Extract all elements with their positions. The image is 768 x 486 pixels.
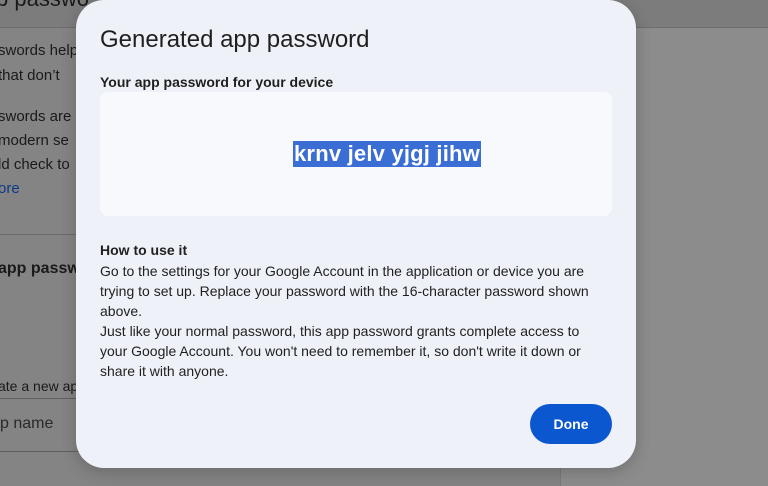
background-text-line: modern se — [0, 132, 69, 149]
howto-paragraph: Go to the settings for your Google Accou… — [100, 263, 589, 319]
howto-heading: How to use it — [100, 242, 188, 258]
password-label: Your app password for your device — [100, 74, 334, 90]
background-create-text: ate a new ap — [0, 378, 79, 394]
done-button[interactable]: Done — [530, 404, 612, 444]
background-text-line: ld check to — [0, 156, 70, 173]
howto-instructions: Go to the settings for your Google Accou… — [100, 261, 610, 381]
generated-password-dialog: Generated app password Your app password… — [76, 0, 636, 468]
background-text-line: that don’t — [0, 67, 60, 84]
howto-paragraph: Just like your normal password, this app… — [100, 323, 581, 379]
background-page-title: p passwo — [0, 0, 89, 12]
dialog-title: Generated app password — [100, 26, 370, 53]
background-app-name-placeholder: p name — [0, 415, 54, 432]
background-text-line: swords are — [0, 108, 72, 125]
background-section-heading: app passw — [0, 260, 80, 277]
background-text-line: swords help — [0, 42, 79, 59]
background-learn-more-link[interactable]: ore — [0, 180, 20, 197]
app-password-value[interactable]: krnv jelv yjgj jihw — [293, 141, 481, 167]
password-box: krnv jelv yjgj jihw — [100, 92, 612, 216]
